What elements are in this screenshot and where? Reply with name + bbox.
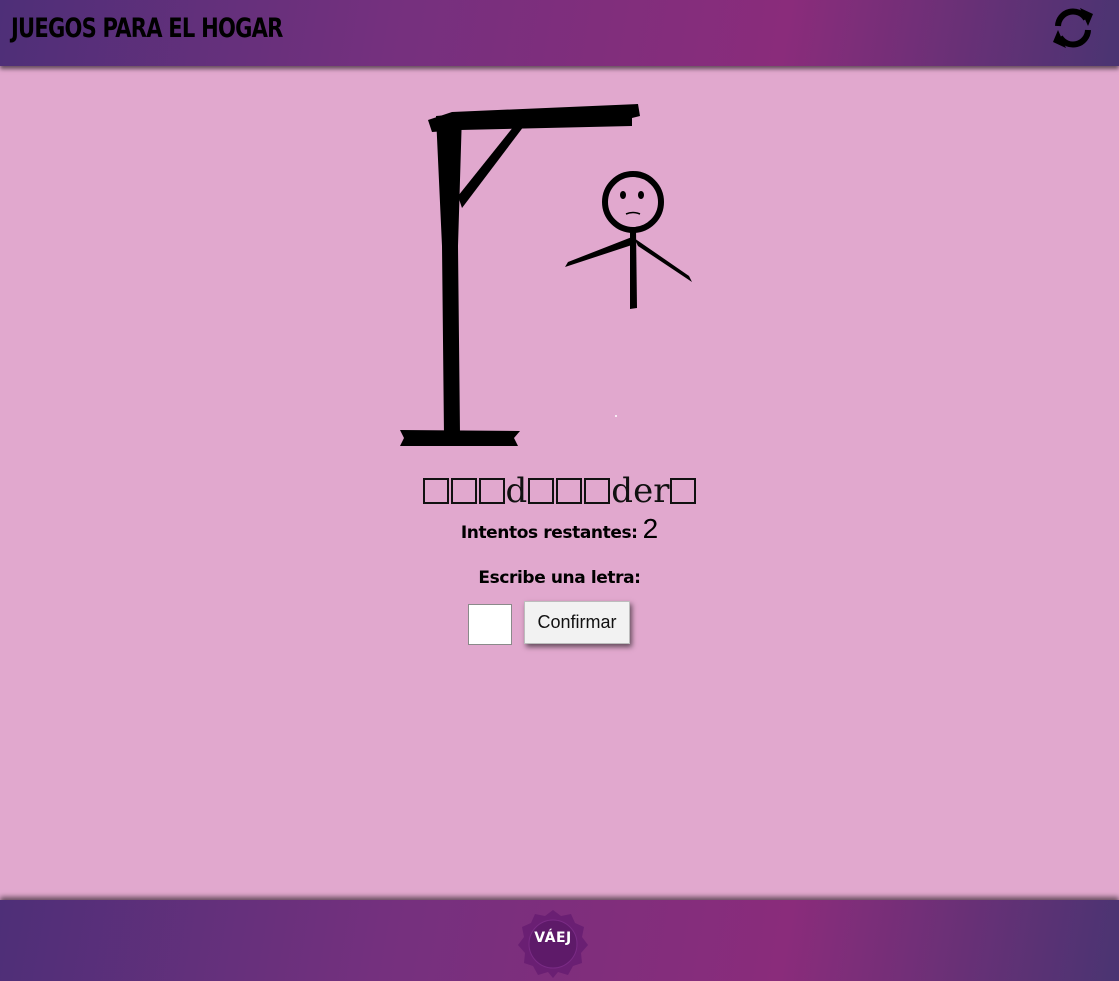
hidden-letter-box <box>556 478 583 504</box>
revealed-letter: d <box>505 471 528 511</box>
gallows-base <box>400 430 520 446</box>
gallows-post <box>436 114 462 436</box>
letter-input[interactable] <box>468 604 512 645</box>
attempts-label: Intentos restantes: <box>460 523 638 543</box>
letter-slot <box>527 466 555 516</box>
gallows-beam <box>428 104 640 132</box>
word-display: d der <box>0 466 1119 516</box>
logo-text: VÁEJ <box>534 930 572 946</box>
attempts-count: 2 <box>642 513 659 544</box>
letter-slot <box>478 466 506 516</box>
revealed-letter: d <box>611 471 634 511</box>
site-logo[interactable]: VÁEJ <box>518 908 588 978</box>
hidden-letter-box <box>670 478 697 504</box>
letter-slot <box>555 466 583 516</box>
letter-slot <box>422 466 450 516</box>
hangman-drawing <box>400 104 692 446</box>
hidden-letter-box <box>528 478 555 504</box>
attempts-remaining: Intentos restantes: 2 <box>0 513 1119 545</box>
letter-slot <box>669 466 697 516</box>
letter-slot <box>450 466 478 516</box>
confirm-button[interactable]: Confirmar <box>524 601 630 644</box>
hidden-letter-box <box>478 478 505 504</box>
letter-slot <box>583 466 611 516</box>
top-bar: Juegos para el hogar <box>0 0 1119 66</box>
refresh-icon <box>1053 8 1093 48</box>
revealed-letter: r <box>653 471 670 511</box>
hangman-left-arm <box>565 237 635 267</box>
hidden-letter-box <box>450 478 477 504</box>
bottom-bar: VÁEJ <box>0 900 1119 981</box>
hidden-letter-box <box>584 478 611 504</box>
gallows-brace <box>458 126 524 208</box>
hangman-head <box>602 171 664 233</box>
letter-prompt: Escribe una letra: <box>478 568 641 588</box>
app-title: Juegos para el hogar <box>11 13 283 44</box>
hangman-right-arm <box>634 238 692 282</box>
refresh-button[interactable] <box>1049 4 1097 52</box>
revealed-letter: e <box>633 471 654 511</box>
hidden-letter-box <box>422 478 449 504</box>
